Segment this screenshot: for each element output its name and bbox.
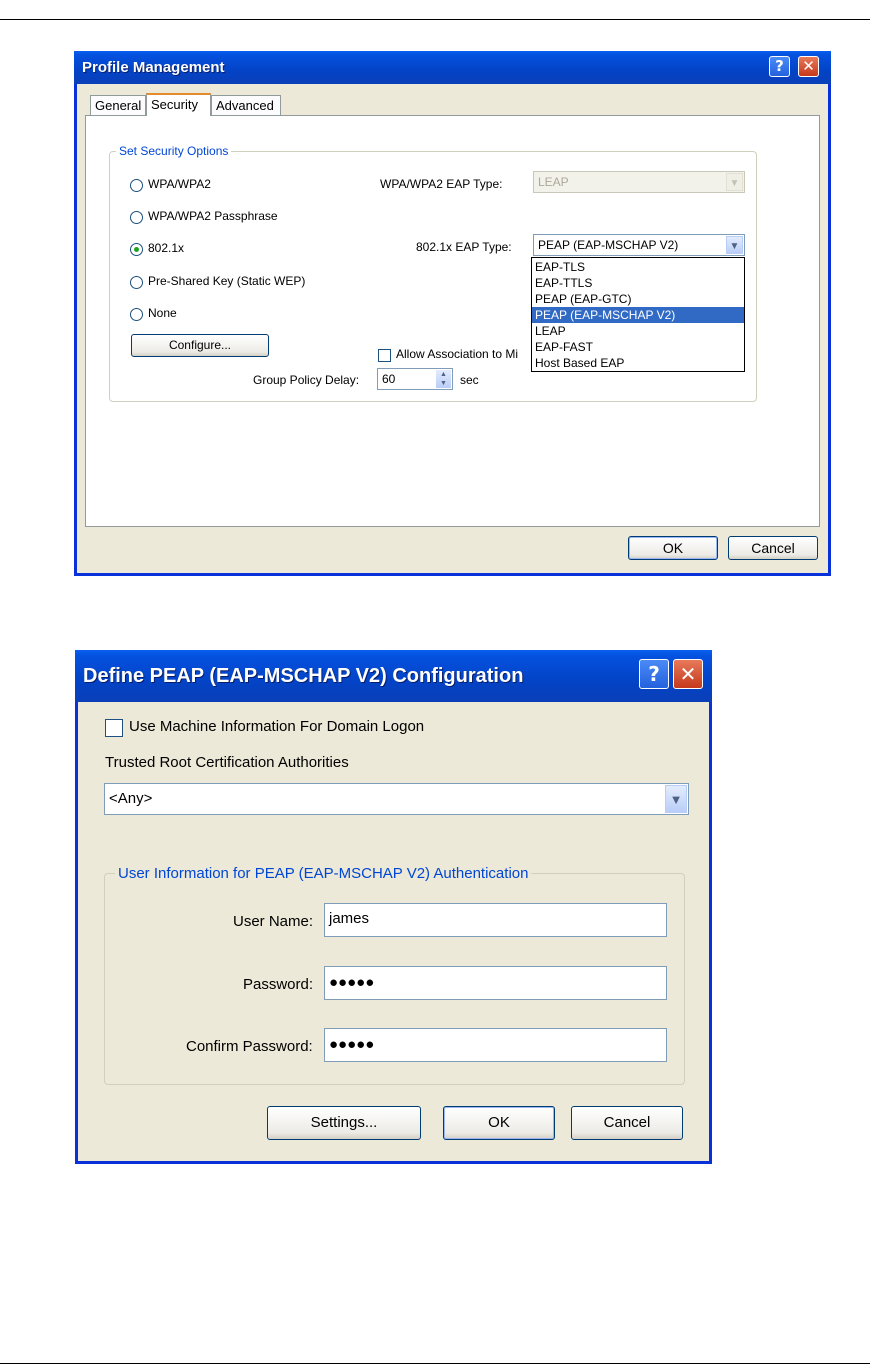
radio-8021x[interactable] xyxy=(130,243,143,256)
radio-wpa-wpa2-passphrase[interactable] xyxy=(130,211,143,224)
chevron-down-icon[interactable]: ▼ xyxy=(726,236,743,254)
group-policy-unit: sec xyxy=(460,373,479,387)
radio-label: Pre-Shared Key (Static WEP) xyxy=(148,274,306,288)
help-icon[interactable]: ? xyxy=(639,659,669,689)
peap-config-window: Define PEAP (EAP-MSCHAP V2) Configuratio… xyxy=(75,650,712,1164)
username-label: User Name: xyxy=(233,913,314,930)
confirm-password-label: Confirm Password: xyxy=(186,1038,313,1055)
tab-advanced[interactable]: Advanced xyxy=(211,95,281,116)
dropdown-option[interactable]: Host Based EAP xyxy=(532,355,744,371)
spinner-icon[interactable]: ▲ ▼ xyxy=(436,370,451,388)
eap-8021x-type-select[interactable]: PEAP (EAP-MSCHAP V2) ▼ xyxy=(533,234,745,256)
eap-type-dropdown-list[interactable]: EAP-TLS EAP-TTLS PEAP (EAP-GTC) PEAP (EA… xyxy=(531,257,745,372)
group-title: User Information for PEAP (EAP-MSCHAP V2… xyxy=(115,865,532,882)
window-body: Use Machine Information For Domain Logon… xyxy=(78,702,709,1161)
username-input[interactable]: james xyxy=(324,903,667,937)
chevron-down-icon[interactable]: ▼ xyxy=(665,785,687,813)
machine-info-label: Use Machine Information For Domain Logon xyxy=(129,718,425,735)
dropdown-option[interactable]: EAP-TTLS xyxy=(532,275,744,291)
radio-label: 802.1x xyxy=(148,241,185,255)
tab-security[interactable]: Security xyxy=(146,93,211,116)
close-icon[interactable]: ✕ xyxy=(798,56,819,77)
password-label: Password: xyxy=(243,976,314,993)
tab-general[interactable]: General xyxy=(90,95,146,116)
radio-label: WPA/WPA2 xyxy=(148,177,211,191)
dropdown-option[interactable]: EAP-TLS xyxy=(532,259,744,275)
ok-button[interactable]: OK xyxy=(443,1106,555,1140)
allow-association-label: Allow Association to Mi xyxy=(396,347,519,361)
eap-8021x-type-label: 802.1x EAP Type: xyxy=(416,240,512,254)
help-icon[interactable]: ? xyxy=(769,56,790,77)
radio-none[interactable] xyxy=(130,308,143,321)
dropdown-option[interactable]: EAP-FAST xyxy=(532,339,744,355)
security-tab-panel: Set Security Options WPA/WPA2 WPA/WPA2 P… xyxy=(85,115,820,527)
trusted-root-label: Trusted Root Certification Authorities xyxy=(105,754,349,771)
dropdown-option[interactable]: PEAP (EAP-GTC) xyxy=(532,291,744,307)
allow-association-checkbox[interactable] xyxy=(378,349,391,362)
cancel-button[interactable]: Cancel xyxy=(571,1106,683,1140)
profile-management-window: Profile Management ? ✕ General Security … xyxy=(74,51,831,576)
wpa-eap-type-label: WPA/WPA2 EAP Type: xyxy=(380,177,503,191)
window-title: Profile Management xyxy=(82,59,225,76)
confirm-password-input[interactable]: ●●●●● xyxy=(324,1028,667,1062)
close-icon[interactable]: ✕ xyxy=(673,659,703,689)
group-title: Set Security Options xyxy=(116,144,232,158)
title-bar: Profile Management ? ✕ xyxy=(74,51,831,84)
chevron-down-icon: ▼ xyxy=(726,173,743,191)
configure-button[interactable]: Configure... xyxy=(131,334,269,357)
title-bar: Define PEAP (EAP-MSCHAP V2) Configuratio… xyxy=(75,650,712,702)
ok-button[interactable]: OK xyxy=(628,536,718,560)
window-body: General Security Advanced Set Security O… xyxy=(77,84,828,573)
dropdown-option-selected[interactable]: PEAP (EAP-MSCHAP V2) xyxy=(532,307,744,323)
radio-label: WPA/WPA2 Passphrase xyxy=(148,209,278,223)
password-input[interactable]: ●●●●● xyxy=(324,966,667,1000)
machine-info-checkbox[interactable] xyxy=(105,719,123,737)
wpa-eap-type-select: LEAP ▼ xyxy=(533,171,745,193)
trusted-root-select[interactable]: <Any> ▼ xyxy=(104,783,689,815)
radio-pre-shared-key[interactable] xyxy=(130,276,143,289)
group-policy-delay-label: Group Policy Delay: xyxy=(253,373,360,387)
settings-button[interactable]: Settings... xyxy=(267,1106,421,1140)
top-page-rule xyxy=(0,19,870,20)
bottom-page-rule xyxy=(0,1363,870,1364)
radio-wpa-wpa2[interactable] xyxy=(130,179,143,192)
group-policy-delay-spinner[interactable]: 60 ▲ ▼ xyxy=(377,368,453,390)
radio-label: None xyxy=(148,306,177,320)
cancel-button[interactable]: Cancel xyxy=(728,536,818,560)
dropdown-option[interactable]: LEAP xyxy=(532,323,744,339)
window-title: Define PEAP (EAP-MSCHAP V2) Configuratio… xyxy=(83,665,524,687)
